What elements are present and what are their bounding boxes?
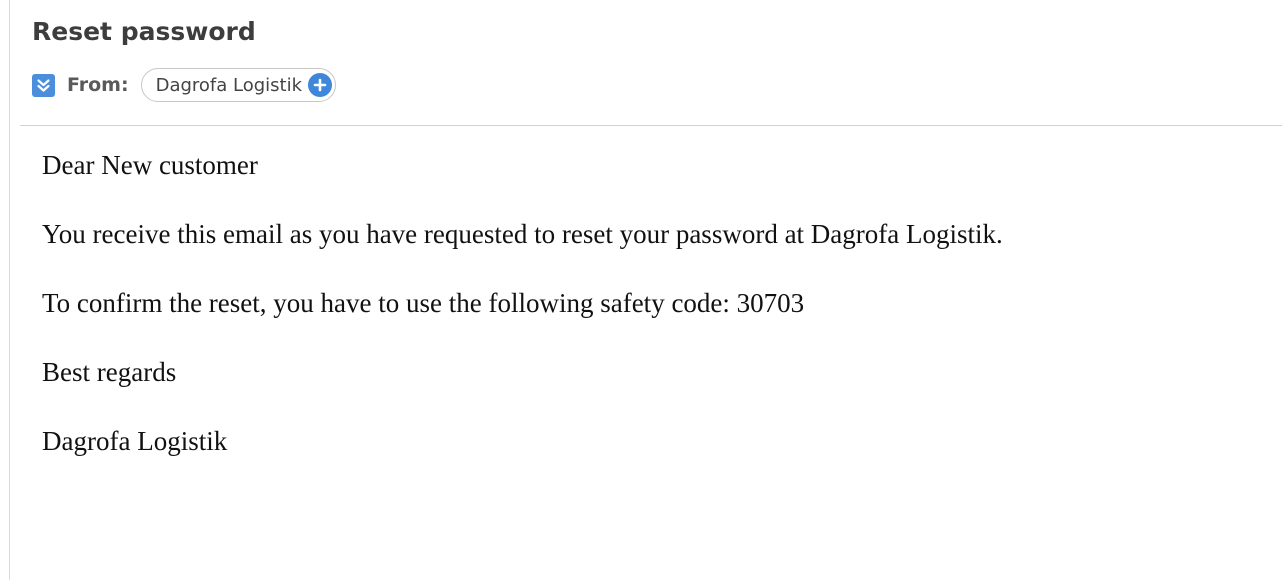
from-label: From:: [67, 74, 129, 96]
plus-circle-icon: [313, 78, 327, 92]
body-signature: Dagrofa Logistik: [42, 426, 228, 456]
body-paragraph-safety-code: To confirm the reset, you have to use th…: [42, 288, 805, 318]
body-greeting: Dear New customer: [42, 150, 258, 180]
add-contact-button[interactable]: [308, 73, 333, 97]
expand-details-button[interactable]: [32, 73, 55, 97]
chevron-double-down-icon: [37, 78, 50, 92]
message-header: Reset password From: Dagrofa Logistik: [20, 0, 1282, 126]
from-row: From: Dagrofa Logistik: [32, 66, 337, 104]
message-body: Dear New customer You receive this email…: [42, 148, 1142, 493]
left-border: [9, 0, 10, 580]
sender-name: Dagrofa Logistik: [155, 74, 303, 96]
sender-chip[interactable]: Dagrofa Logistik: [140, 68, 337, 102]
body-paragraph-request: You receive this email as you have reque…: [42, 219, 1003, 249]
body-closing: Best regards: [42, 357, 177, 387]
message-subject: Reset password: [32, 17, 256, 46]
